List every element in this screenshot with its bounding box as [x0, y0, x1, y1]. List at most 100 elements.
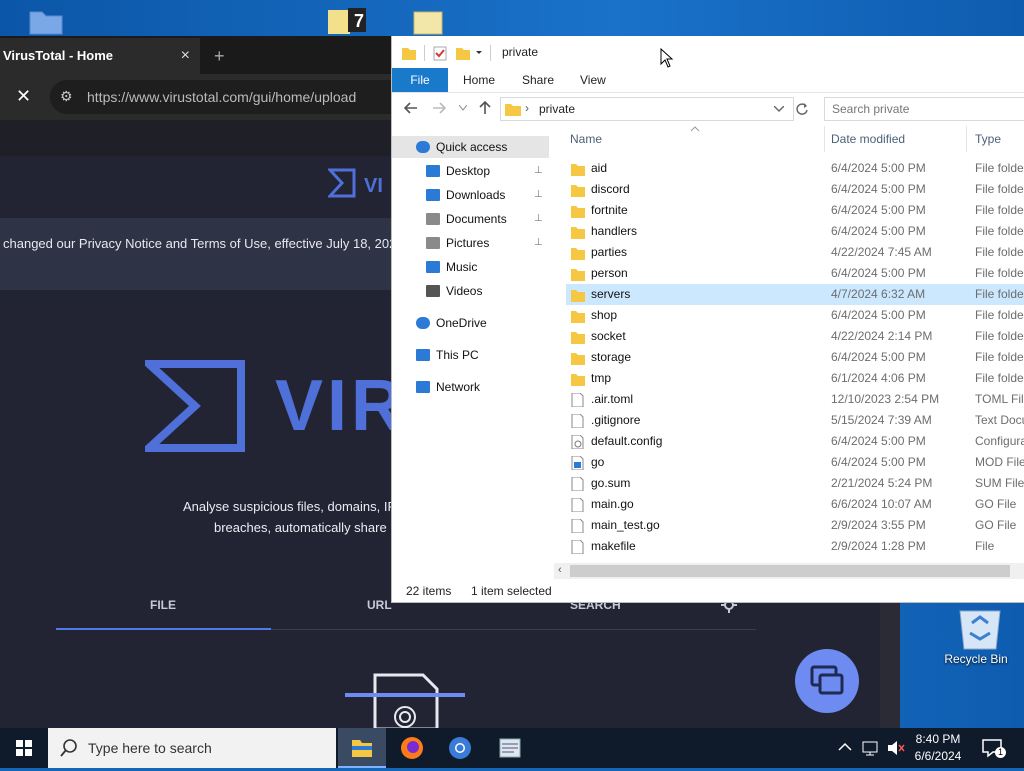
- file-row-discord[interactable]: discord 6/4/2024 5:00 PM File folder: [566, 179, 1024, 200]
- column-type[interactable]: Type: [975, 132, 1001, 146]
- chrome-icon: [449, 737, 471, 759]
- pin-icon[interactable]: ⊥: [534, 208, 543, 230]
- column-divider[interactable]: [966, 126, 967, 152]
- new-tab-button[interactable]: +: [214, 38, 225, 74]
- network-status-icon[interactable]: [862, 740, 880, 756]
- tab-file[interactable]: FILE: [150, 598, 176, 612]
- file-row-makefile[interactable]: makefile 2/9/2024 1:28 PM File: [566, 536, 1024, 557]
- file-row-shop[interactable]: shop 6/4/2024 5:00 PM File folder: [566, 305, 1024, 326]
- privacy-notice-text[interactable]: changed our Privacy Notice and Terms of …: [3, 236, 396, 251]
- clock-time[interactable]: 8:40 PM: [908, 732, 968, 746]
- ribbon-tab-file[interactable]: File: [392, 68, 448, 92]
- ribbon-tab-home[interactable]: Home: [463, 68, 495, 92]
- nav-item-music[interactable]: Music: [392, 256, 549, 278]
- fingerprint-upload-icon[interactable]: [345, 673, 465, 729]
- file-row-gitignore[interactable]: .gitignore 5/15/2024 7:39 AM Text Docu: [566, 410, 1024, 431]
- file-row-air-toml[interactable]: .air.toml 12/10/2023 2:54 PM TOML File: [566, 389, 1024, 410]
- chat-button[interactable]: [795, 649, 859, 713]
- file-date-modified: 6/4/2024 5:00 PM: [831, 434, 926, 448]
- file-row-socket[interactable]: socket 4/22/2024 2:14 PM File folder: [566, 326, 1024, 347]
- file-row-tmp[interactable]: tmp 6/1/2024 4:06 PM File folder: [566, 368, 1024, 389]
- close-icon[interactable]: ✕: [16, 86, 31, 107]
- folder-icon: [571, 164, 585, 176]
- folder-icon[interactable]: [28, 8, 68, 36]
- nav-item-pictures[interactable]: Pictures ⊥: [392, 232, 549, 254]
- tab-virustotal[interactable]: VirusTotal - Home ×: [0, 38, 200, 74]
- file-folder-icon[interactable]: [410, 8, 450, 36]
- nav-item-this-pc[interactable]: This PC: [392, 344, 549, 366]
- breadcrumb-separator: ›: [525, 101, 529, 115]
- search-placeholder[interactable]: Type here to search: [88, 740, 212, 756]
- horizontal-scrollbar[interactable]: ‹: [554, 563, 1024, 579]
- ribbon-tab-share[interactable]: Share: [522, 68, 554, 92]
- app-7zip-icon[interactable]: 7: [326, 6, 366, 34]
- file-row-handlers[interactable]: handlers 6/4/2024 5:00 PM File folder: [566, 221, 1024, 242]
- nav-item-downloads[interactable]: Downloads ⊥: [392, 184, 549, 206]
- nav-item-onedrive[interactable]: OneDrive: [392, 312, 549, 334]
- show-hidden-icons-chevron-up-icon[interactable]: [838, 742, 852, 752]
- file-row-parties[interactable]: parties 4/22/2024 7:45 AM File folder: [566, 242, 1024, 263]
- tab-url[interactable]: URL: [367, 598, 392, 612]
- column-divider[interactable]: [824, 126, 825, 152]
- desktop-icon: [426, 165, 440, 177]
- file-row-main-go[interactable]: main.go 6/6/2024 10:07 AM GO File: [566, 494, 1024, 515]
- file-explorer-taskbar-button[interactable]: [338, 728, 386, 768]
- scroll-thumb[interactable]: [570, 565, 1010, 577]
- file-row-person[interactable]: person 6/4/2024 5:00 PM File folder: [566, 263, 1024, 284]
- file-name: storage: [591, 350, 632, 364]
- file-row-default-config[interactable]: default.config 6/4/2024 5:00 PM Configura: [566, 431, 1024, 452]
- file-type: File folder: [975, 308, 1024, 322]
- file-row-fortnite[interactable]: fortnite 6/4/2024 5:00 PM File folder: [566, 200, 1024, 221]
- ribbon-tab-view[interactable]: View: [580, 68, 606, 92]
- nav-item-quick-access[interactable]: Quick access: [392, 136, 549, 158]
- back-arrow-icon[interactable]: [404, 102, 418, 114]
- volume-muted-icon[interactable]: [886, 740, 906, 756]
- nav-item-network[interactable]: Network: [392, 376, 549, 398]
- chrome-taskbar-button[interactable]: [436, 728, 484, 768]
- clock-date[interactable]: 6/6/2024: [908, 749, 968, 763]
- virustotal-logo-small[interactable]: VI: [328, 168, 388, 200]
- breadcrumb[interactable]: private: [539, 102, 575, 116]
- svg-text:VI: VI: [364, 175, 383, 197]
- nav-item-documents[interactable]: Documents ⊥: [392, 208, 549, 230]
- sort-arrow-icon[interactable]: [690, 126, 700, 132]
- file-row-servers[interactable]: servers 4/7/2024 6:32 AM File folder: [566, 284, 1024, 305]
- chevron-down-icon[interactable]: [774, 106, 784, 113]
- file-row-aid[interactable]: aid 6/4/2024 5:00 PM File folder: [566, 158, 1024, 179]
- file-date-modified: 6/4/2024 5:00 PM: [831, 182, 926, 196]
- refresh-icon[interactable]: [795, 102, 809, 116]
- firefox-taskbar-button[interactable]: [388, 728, 436, 768]
- up-arrow-icon[interactable]: [479, 101, 491, 115]
- file-row-go[interactable]: go 6/4/2024 5:00 PM MOD File: [566, 452, 1024, 473]
- search-box[interactable]: Search private: [824, 97, 1024, 121]
- folder-icon: [571, 353, 585, 365]
- file-row-go-sum[interactable]: go.sum 2/21/2024 5:24 PM SUM File: [566, 473, 1024, 494]
- address-box[interactable]: › private: [500, 97, 794, 121]
- file-row-storage[interactable]: storage 6/4/2024 5:00 PM File folder: [566, 347, 1024, 368]
- taskbar-search[interactable]: Type here to search: [48, 728, 336, 768]
- scroll-left-icon[interactable]: ‹: [558, 564, 562, 576]
- nav-item-desktop[interactable]: Desktop ⊥: [392, 160, 549, 182]
- file-name: aid: [591, 161, 608, 175]
- search-input[interactable]: Search private: [832, 102, 909, 116]
- start-button[interactable]: [0, 728, 48, 768]
- app-taskbar-button[interactable]: [486, 728, 534, 768]
- pin-icon[interactable]: ⊥: [534, 184, 543, 206]
- site-settings-icon[interactable]: ⚙: [60, 88, 73, 105]
- recycle-bin-icon[interactable]: [950, 603, 1016, 651]
- pin-icon[interactable]: ⊥: [534, 160, 543, 182]
- recent-locations-icon[interactable]: [459, 105, 467, 111]
- file-row-main-test-go[interactable]: main_test.go 2/9/2024 3:55 PM GO File: [566, 515, 1024, 536]
- cloud-icon: [416, 317, 430, 329]
- url-text[interactable]: https://www.virustotal.com/gui/home/uplo…: [87, 89, 356, 105]
- forward-arrow-icon[interactable]: [432, 102, 446, 114]
- nav-item-videos[interactable]: Videos: [392, 280, 549, 302]
- tab-close-icon[interactable]: ×: [181, 38, 190, 74]
- pin-icon[interactable]: ⊥: [534, 232, 543, 254]
- explorer-title-bar[interactable]: private: [392, 36, 1024, 68]
- notification-center-button[interactable]: 1: [980, 736, 1006, 760]
- column-date-modified[interactable]: Date modified: [831, 132, 905, 146]
- column-name[interactable]: Name: [570, 132, 602, 146]
- star-icon: [416, 141, 430, 153]
- windows-logo-icon: [16, 740, 32, 756]
